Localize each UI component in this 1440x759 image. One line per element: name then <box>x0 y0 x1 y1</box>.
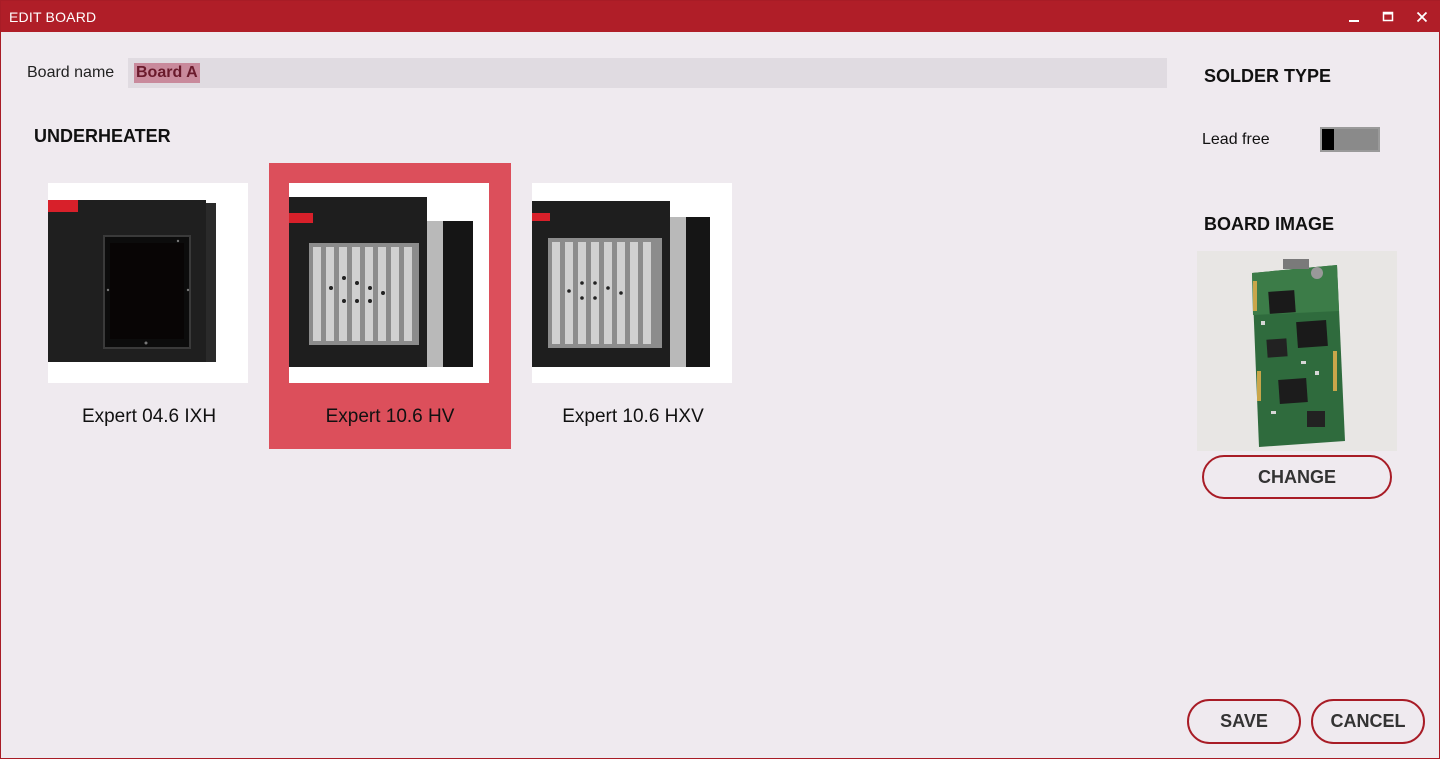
underheater-image <box>289 183 489 383</box>
lead-free-label: Lead free <box>1202 131 1270 148</box>
toggle-knob <box>1322 129 1334 150</box>
underheater-title: UNDERHEATER <box>34 126 171 146</box>
window-title: EDIT BOARD <box>9 9 97 25</box>
title-bar[interactable]: EDIT BOARD <box>1 1 1440 32</box>
maximize-icon <box>1382 11 1394 21</box>
underheater-option-label: Expert 10.6 HXV <box>562 406 704 427</box>
change-image-button[interactable]: CHANGE <box>1202 455 1392 499</box>
underheater-image <box>532 183 732 383</box>
minimize-button[interactable] <box>1337 1 1371 32</box>
cancel-button[interactable]: CANCEL <box>1311 699 1425 744</box>
underheater-option-label: Expert 04.6 IXH <box>81 406 217 427</box>
maximize-button[interactable] <box>1371 1 1405 32</box>
board-image-title: BOARD IMAGE <box>1204 214 1334 234</box>
board-image <box>1197 251 1397 451</box>
underheater-option-expert-10-6-hxv[interactable]: Expert 10.6 HXV <box>512 163 754 449</box>
close-button[interactable] <box>1405 1 1439 32</box>
solder-type-title: SOLDER TYPE <box>1204 66 1332 86</box>
board-name-label: Board name <box>27 64 115 81</box>
board-name-input[interactable]: Board A <box>128 58 1167 88</box>
underheater-option-expert-04-6-ixh[interactable]: Expert 04.6 IXH <box>28 163 270 449</box>
board-name-value[interactable]: Board A <box>134 63 200 83</box>
underheater-image <box>48 183 248 383</box>
underheater-option-label: Expert 10.6 HV <box>325 406 455 427</box>
close-icon <box>1416 11 1428 22</box>
edit-board-window: EDIT BOARD Board name Board A UNDERHEATE… <box>0 0 1440 759</box>
lead-free-toggle[interactable] <box>1320 127 1380 152</box>
minimize-icon <box>1349 19 1359 22</box>
underheater-option-expert-10-6-hv[interactable]: Expert 10.6 HV <box>269 163 511 449</box>
save-button[interactable]: SAVE <box>1187 699 1301 744</box>
